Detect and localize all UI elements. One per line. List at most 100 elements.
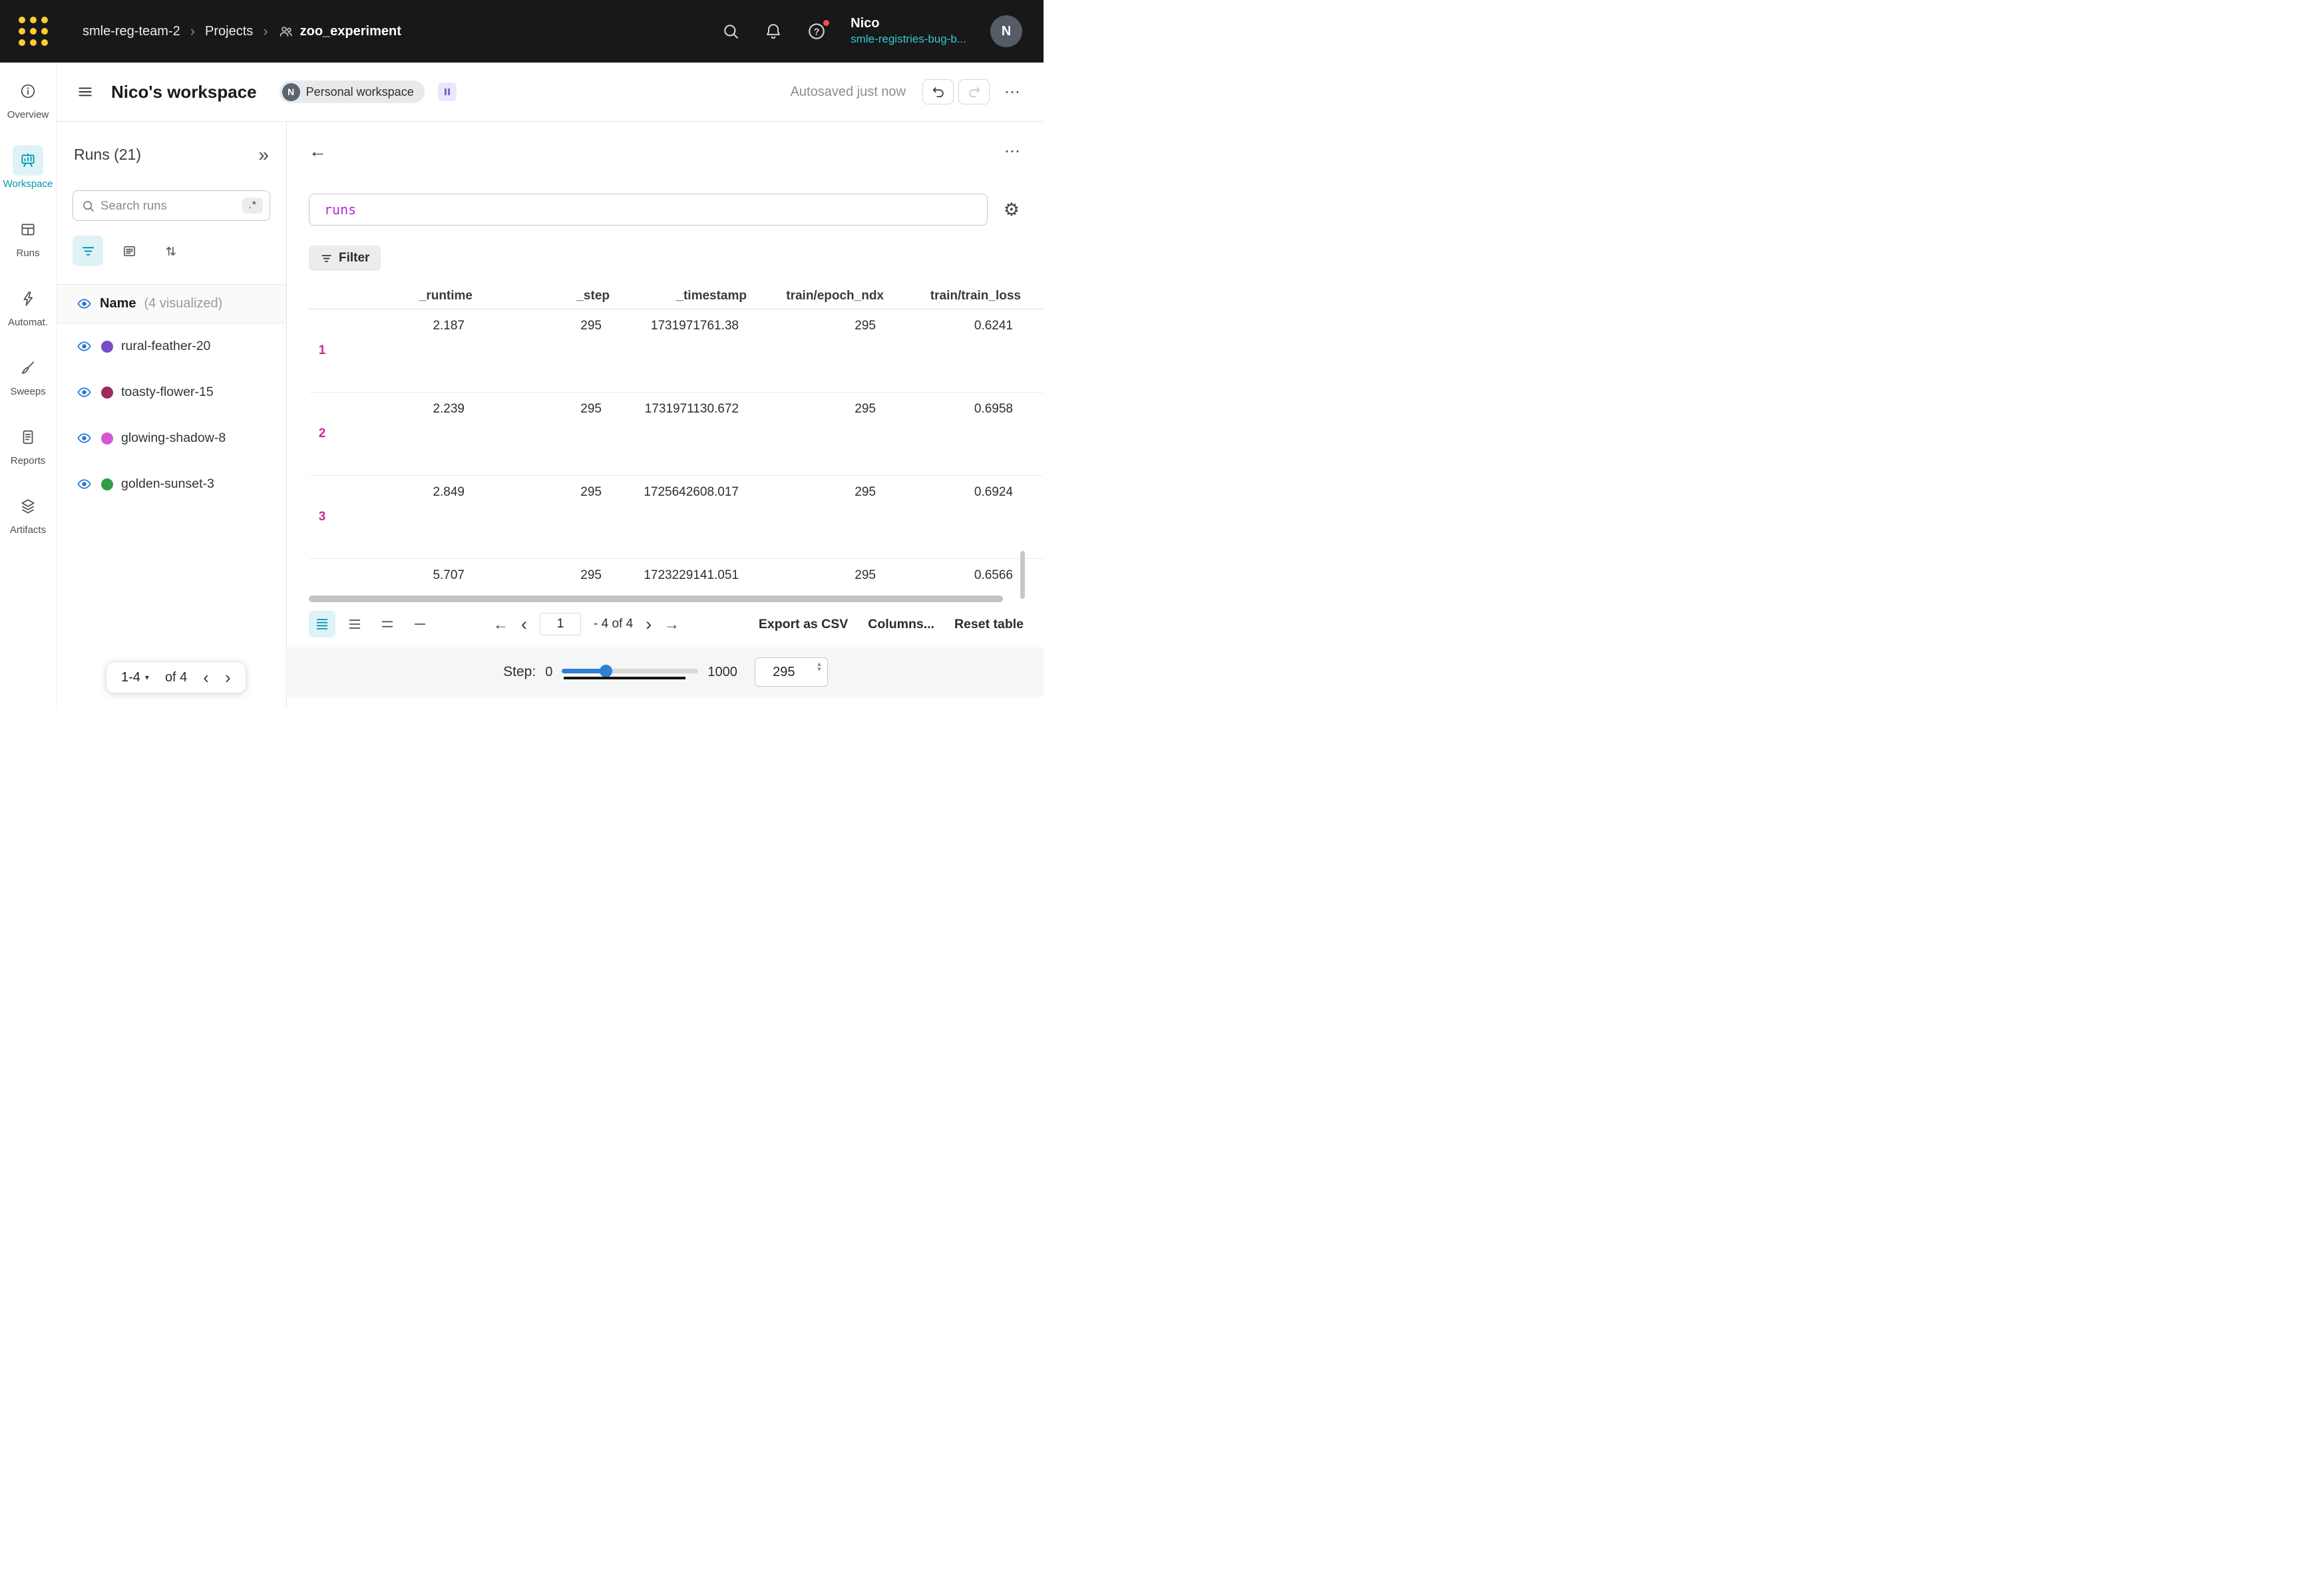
notifications-bell-icon[interactable] (764, 22, 783, 41)
user-org-link[interactable]: smle-registries-bug-b... (851, 32, 966, 47)
eye-icon[interactable] (77, 296, 92, 311)
row-height-medium-button[interactable] (341, 611, 368, 637)
run-item[interactable]: glowing-shadow-8 (57, 415, 286, 461)
wandb-logo[interactable] (19, 17, 48, 46)
list-details-icon (122, 244, 137, 259)
rows-medium-icon (347, 617, 362, 631)
sidebar-item-reports[interactable]: Reports (0, 422, 56, 478)
reset-table-button[interactable]: Reset table (954, 617, 1024, 632)
horizontal-scrollbar[interactable] (309, 596, 1023, 602)
eye-icon[interactable] (77, 431, 92, 446)
spinner-down-icon[interactable]: ▾ (817, 667, 821, 672)
next-page-icon[interactable]: › (225, 669, 231, 686)
breadcrumb-project[interactable]: zoo_experiment (300, 24, 401, 39)
table-row[interactable]: 3 2.849 295 1725642608.017 295 0.6924 (309, 476, 1044, 559)
row-index-link[interactable]: 1 (309, 343, 335, 358)
autosave-status: Autosaved just now (791, 85, 906, 100)
table-vertical-scrollbar[interactable] (1020, 551, 1025, 599)
sidebar-item-runs[interactable]: Runs (0, 214, 56, 270)
table-overflow-menu-icon[interactable]: ⋯ (1004, 142, 1021, 161)
column-header-train-loss[interactable]: train/train_loss (884, 289, 1021, 303)
eye-icon[interactable] (77, 339, 92, 354)
search-icon[interactable] (721, 22, 740, 41)
row-index-link[interactable]: 3 (309, 510, 335, 524)
redo-button[interactable] (958, 79, 990, 104)
filter-runs-button[interactable] (73, 236, 103, 266)
workspace-badge[interactable]: N Personal workspace (280, 81, 425, 103)
step-value-box[interactable]: ▴ ▾ (755, 657, 828, 687)
page-number-input[interactable] (540, 613, 581, 635)
run-color-dot (101, 433, 113, 444)
prev-page-icon[interactable]: ‹ (521, 615, 527, 633)
run-item[interactable]: rural-feather-20 (57, 323, 286, 369)
filter-lines-icon (81, 244, 96, 259)
row-index-link[interactable]: 2 (309, 427, 335, 441)
step-slider[interactable] (562, 663, 698, 681)
column-header-epoch[interactable]: train/epoch_ndx (747, 289, 884, 303)
eye-icon[interactable] (77, 385, 92, 400)
run-name[interactable]: toasty-flower-15 (121, 385, 214, 400)
settings-gear-icon[interactable]: ⚙ (1004, 201, 1020, 219)
column-header-step[interactable]: _step (473, 289, 610, 303)
compare-panels-icon[interactable] (438, 83, 457, 101)
run-item[interactable]: golden-sunset-3 (57, 461, 286, 507)
breadcrumb-team[interactable]: smle-reg-team-2 (83, 24, 180, 39)
sidebar-item-automations[interactable]: Automat. (0, 283, 56, 339)
breadcrumb-projects[interactable]: Projects (205, 24, 253, 39)
export-csv-button[interactable]: Export as CSV (759, 617, 848, 632)
display-options-button[interactable] (114, 236, 144, 266)
table-row[interactable]: 1 2.187 295 1731971761.38 295 0.6241 (309, 309, 1044, 393)
sidebar-item-overview[interactable]: Overview (0, 76, 56, 132)
row-height-large-button[interactable] (374, 611, 401, 637)
next-page-icon[interactable]: › (646, 615, 652, 633)
eye-icon[interactable] (77, 476, 92, 492)
user-name: Nico (851, 15, 966, 32)
header-overflow-menu-icon[interactable]: ⋯ (1004, 83, 1021, 102)
cell-runtime: 2.849 (335, 476, 473, 558)
runs-list-header-row[interactable]: Name (4 visualized) (57, 284, 286, 323)
filter-button[interactable]: Filter (309, 246, 381, 271)
undo-button[interactable] (922, 79, 954, 104)
sweeps-broom-icon (13, 353, 43, 383)
table-row[interactable]: 2 2.239 295 1731971130.672 295 0.6958 (309, 393, 1044, 476)
breadcrumb-separator-icon: › (263, 23, 268, 40)
sort-runs-button[interactable] (155, 236, 186, 266)
row-height-xlarge-button[interactable] (407, 611, 433, 637)
user-menu[interactable]: Nico smle-registries-bug-b... (851, 15, 966, 47)
filter-lines-icon (320, 252, 333, 265)
column-header-timestamp[interactable]: _timestamp (610, 289, 747, 303)
column-header-runtime[interactable]: _runtime (335, 289, 473, 303)
run-name[interactable]: golden-sunset-3 (121, 476, 214, 492)
sidebar-item-sweeps[interactable]: Sweeps (0, 353, 56, 409)
table-row[interactable]: 4 5.707 295 1723229141.051 295 0.6566 (309, 559, 1044, 592)
rows-large-icon (380, 617, 395, 631)
help-icon[interactable]: ? (807, 21, 827, 41)
last-page-icon[interactable]: → (664, 615, 679, 633)
search-runs-input[interactable] (100, 198, 237, 213)
menu-icon[interactable] (77, 83, 94, 100)
logo-dot (41, 39, 48, 46)
cell-timestamp: 1731971130.672 (610, 393, 747, 475)
collapse-panel-icon[interactable]: » (258, 148, 269, 162)
horizontal-scrollbar-thumb[interactable] (309, 596, 1003, 602)
slider-handle[interactable] (600, 665, 612, 677)
back-button[interactable]: ← (309, 141, 327, 162)
query-input[interactable] (309, 202, 987, 218)
sidebar-item-workspace[interactable]: Workspace (0, 145, 56, 201)
first-page-icon[interactable]: ← (493, 615, 508, 633)
step-value-input[interactable] (755, 658, 827, 686)
regex-toggle-button[interactable]: .* (242, 198, 263, 214)
avatar[interactable]: N (990, 15, 1022, 47)
run-name[interactable]: glowing-shadow-8 (121, 431, 226, 446)
runs-search-box[interactable]: .* (73, 190, 270, 221)
sidebar-item-artifacts[interactable]: Artifacts (0, 491, 56, 547)
run-name[interactable]: rural-feather-20 (121, 339, 210, 354)
cell-train-loss: 0.6958 (884, 393, 1021, 475)
prev-page-icon[interactable]: ‹ (203, 669, 209, 686)
page-range-dropdown[interactable]: 1-4 ▾ (121, 670, 149, 685)
columns-button[interactable]: Columns... (868, 617, 934, 632)
run-item[interactable]: toasty-flower-15 (57, 369, 286, 415)
row-height-small-button[interactable] (309, 611, 335, 637)
query-expression-box[interactable] (309, 194, 988, 226)
info-icon (13, 76, 43, 106)
